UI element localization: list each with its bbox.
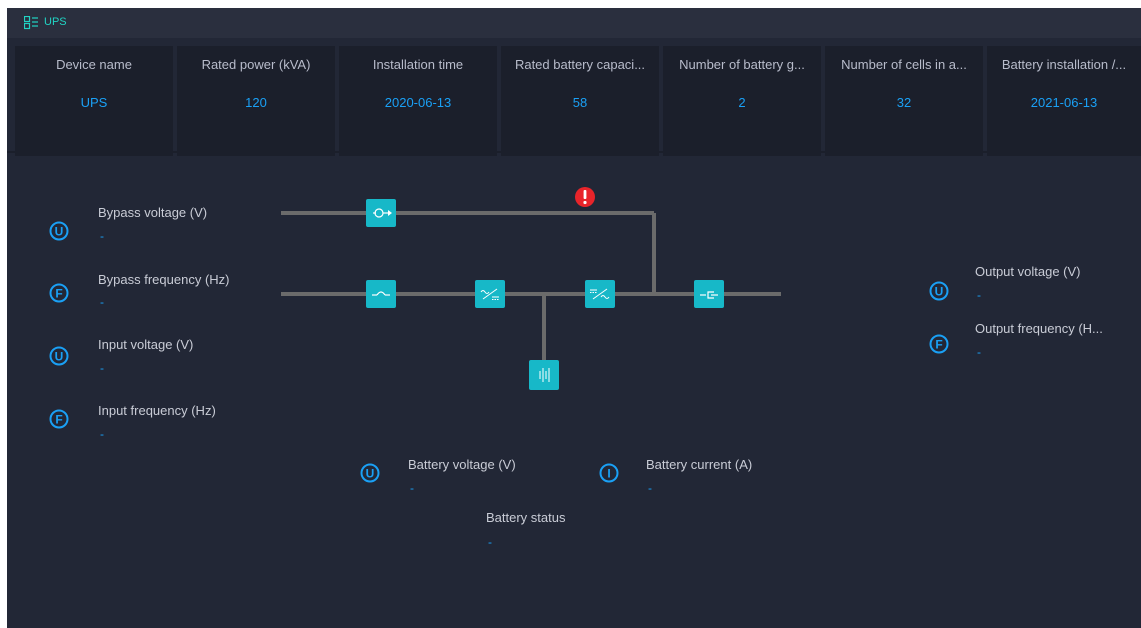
input-switch-icon[interactable]	[366, 280, 396, 308]
voltage-u-icon: U	[49, 346, 69, 366]
inverter-icon[interactable]	[585, 280, 615, 308]
battery-current-value: -	[648, 481, 652, 495]
voltage-u-icon: U	[49, 221, 69, 241]
output-voltage-value: -	[977, 288, 981, 302]
output-frequency-label: Output frequency (H...	[975, 321, 1103, 336]
svg-text:F: F	[55, 413, 62, 427]
frequency-f-icon: F	[929, 334, 949, 354]
input-voltage-value: -	[100, 361, 104, 375]
input-frequency-label: Input frequency (Hz)	[98, 403, 216, 418]
frequency-f-icon: F	[49, 409, 69, 429]
voltage-u-icon: U	[360, 463, 380, 483]
svg-text:F: F	[935, 338, 942, 352]
output-frequency-value: -	[977, 345, 981, 359]
svg-text:U: U	[366, 467, 375, 481]
battery-icon[interactable]	[529, 360, 559, 390]
bypass-switch-icon[interactable]	[366, 199, 396, 227]
current-i-icon: I	[599, 463, 619, 483]
bypass-voltage-label: Bypass voltage (V)	[98, 205, 208, 220]
svg-text:F: F	[55, 287, 62, 301]
input-frequency-value: -	[100, 427, 104, 441]
battery-status-value: -	[488, 535, 492, 549]
svg-text:U: U	[935, 285, 944, 299]
battery-current-label: Battery current (A)	[646, 457, 753, 472]
frequency-f-icon: F	[49, 283, 69, 303]
svg-text:I: I	[607, 467, 610, 481]
bypass-voltage-value: -	[100, 229, 104, 243]
bypass-frequency-value: -	[100, 295, 104, 309]
battery-status-label: Battery status	[486, 510, 566, 525]
power-flow-diagram	[281, 187, 781, 390]
voltage-u-icon: U	[929, 281, 949, 301]
output-switch-icon[interactable]	[694, 280, 724, 308]
alarm-icon[interactable]	[575, 187, 595, 207]
input-voltage-label: Input voltage (V)	[98, 337, 194, 352]
svg-text:U: U	[55, 350, 64, 364]
battery-voltage-label: Battery voltage (V)	[408, 457, 516, 472]
svg-text:U: U	[55, 225, 64, 239]
bypass-frequency-label: Bypass frequency (Hz)	[98, 272, 230, 287]
ups-panel: UPS Device name UPS Rated power (kVA) 12…	[7, 8, 1141, 628]
output-voltage-label: Output voltage (V)	[975, 264, 1081, 279]
battery-voltage-value: -	[410, 481, 414, 495]
rectifier-icon[interactable]	[475, 280, 505, 308]
